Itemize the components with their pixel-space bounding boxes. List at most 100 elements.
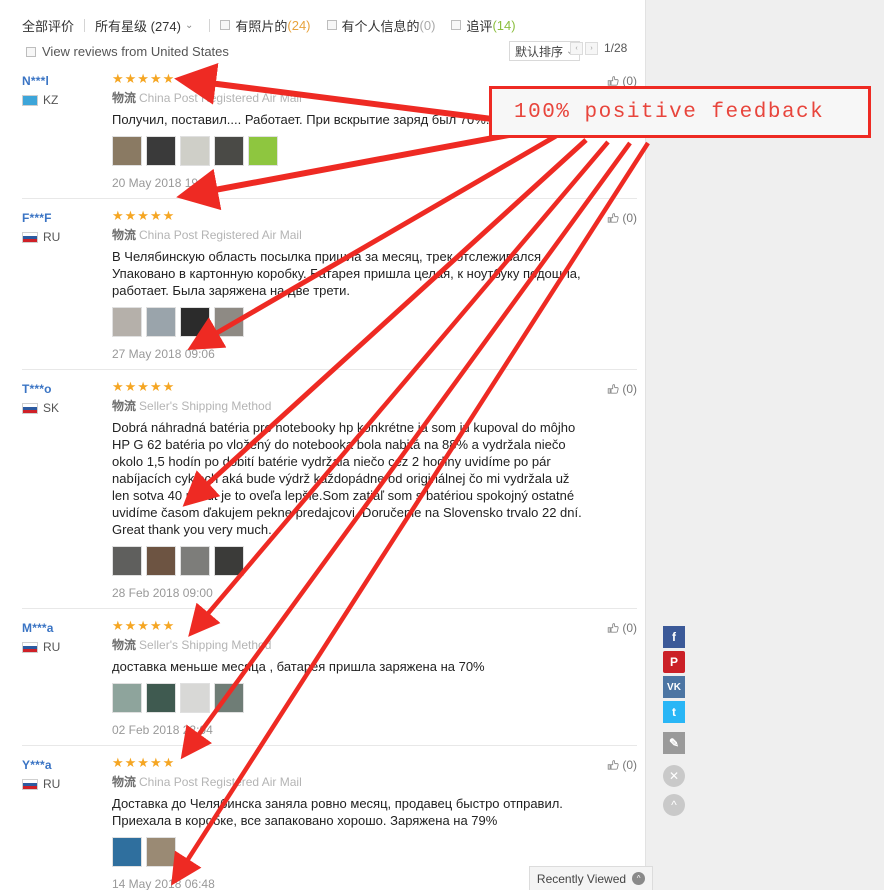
review-photo-thumbnail[interactable] (146, 307, 176, 337)
review-date: 14 May 2018 06:48 (112, 877, 215, 890)
checkbox-additional-reviews[interactable] (451, 20, 462, 30)
review-photo-thumbnail[interactable] (112, 546, 142, 576)
review-date: 20 May 2018 19:09 (112, 176, 215, 190)
annotation-callout-box: 100% positive feedback (489, 86, 871, 138)
filter-star-rating-label: 所有星级 (274) (95, 18, 181, 34)
review-logistics: 物流 Seller's Shipping Method (112, 638, 587, 652)
filter-additional-reviews-count: (14) (492, 17, 516, 33)
review-author-country: SK (22, 401, 112, 415)
review-photo-thumbnail[interactable] (214, 546, 244, 576)
country-flag-icon (22, 402, 38, 414)
review-logistics: 物流 Seller's Shipping Method (112, 399, 587, 413)
filter-with-photos[interactable]: 有照片的 (24) (220, 16, 311, 35)
checkbox-with-personal-info[interactable] (326, 20, 337, 30)
filter-with-personal-info-count: (0) (419, 17, 436, 33)
review-author-name[interactable]: Y***a (22, 758, 112, 772)
helpful-button[interactable]: (0) (607, 621, 637, 635)
pagination: ‹ › 1/28 (570, 41, 627, 55)
country-code-label: SK (43, 401, 60, 415)
close-icon[interactable]: ✕ (663, 765, 685, 787)
review-photo-thumbnail[interactable] (146, 136, 176, 166)
review-photo-thumbnail[interactable] (146, 837, 176, 867)
helpful-button[interactable]: (0) (607, 758, 637, 772)
review-author-block: N***l KZ (22, 72, 112, 190)
filter-all-reviews[interactable]: 全部评价 (22, 16, 84, 35)
filter-with-personal-info[interactable]: 有个人信息的 (0) (326, 16, 436, 35)
country-flag-icon (22, 778, 38, 790)
review-photos (112, 307, 587, 337)
facebook-glyph: f (672, 630, 676, 644)
logistics-method: China Post Registered Air Mail (139, 91, 302, 105)
region-filter-label: View reviews from United States (42, 44, 229, 59)
country-code-label: KZ (43, 93, 59, 107)
review-photo-thumbnail[interactable] (214, 683, 244, 713)
review-photo-thumbnail[interactable] (112, 837, 142, 867)
review-photos (112, 683, 587, 713)
edit-pencil-icon[interactable]: ✎ (663, 732, 685, 754)
review-photo-thumbnail[interactable] (180, 136, 210, 166)
checkbox-with-photos[interactable] (220, 20, 231, 30)
scroll-to-top-icon[interactable]: ^ (663, 794, 685, 816)
logistics-label-cn: 物流 (112, 228, 137, 242)
country-code-label: RU (43, 230, 61, 244)
country-flag-icon (22, 231, 38, 243)
review-author-name[interactable]: F***F (22, 211, 112, 225)
filter-with-photos-count: (24) (287, 17, 311, 33)
review-photo-thumbnail[interactable] (214, 307, 244, 337)
region-filter-row[interactable]: View reviews from United States (26, 44, 229, 59)
review-text: доставка меньше месяца , батарея пришла … (112, 659, 485, 674)
pinterest-glyph: P (669, 655, 678, 669)
review-photo-thumbnail[interactable] (248, 136, 278, 166)
scroll-top-glyph: ^ (671, 798, 677, 812)
review-photo-thumbnail[interactable] (180, 546, 210, 576)
checkbox-region-filter[interactable] (26, 46, 36, 57)
helpful-count: (0) (622, 382, 637, 396)
logistics-label-cn: 物流 (112, 91, 137, 105)
filter-additional-reviews[interactable]: 追评 (14) (451, 16, 516, 35)
filter-additional-reviews-label: 追评 (466, 18, 493, 34)
recently-viewed-bar[interactable]: Recently Viewed ^ (529, 866, 653, 890)
review-author-country: RU (22, 230, 112, 244)
country-flag-icon (22, 94, 38, 106)
reviews-list: N***l KZ ★★★★★ 物流 China Post Registered A… (22, 62, 637, 890)
pagination-prev-button[interactable]: ‹ (570, 41, 583, 55)
review-body: ★★★★★ 物流 Seller's Shipping Method Dobrá n… (112, 380, 637, 600)
review-photo-thumbnail[interactable] (112, 307, 142, 337)
review-photo-thumbnail[interactable] (146, 546, 176, 576)
filter-divider-2 (209, 18, 211, 32)
review-author-block: T***o SK (22, 380, 112, 600)
thumbs-up-icon (607, 759, 620, 772)
pagination-next-button[interactable]: › (585, 41, 598, 55)
filter-star-rating[interactable]: 所有星级 (274) ⌄ (95, 16, 193, 35)
helpful-count: (0) (622, 211, 637, 225)
review-author-name[interactable]: N***l (22, 74, 112, 88)
helpful-button[interactable]: (0) (607, 211, 637, 225)
review-date: 02 Feb 2018 22:04 (112, 723, 213, 737)
review-author-name[interactable]: M***a (22, 621, 112, 635)
twitter-icon[interactable]: t (663, 701, 685, 723)
review-author-block: Y***a RU (22, 756, 112, 890)
review-author-country: RU (22, 640, 112, 654)
review-author-name[interactable]: T***o (22, 382, 112, 396)
helpful-button[interactable]: (0) (607, 382, 637, 396)
review-photo-thumbnail[interactable] (214, 136, 244, 166)
review-photo-thumbnail[interactable] (180, 307, 210, 337)
review-date: 28 Feb 2018 09:00 (112, 586, 213, 600)
filter-with-photos-label: 有照片的 (235, 18, 288, 34)
pinterest-icon[interactable]: P (663, 651, 685, 673)
facebook-icon[interactable]: f (663, 626, 685, 648)
review-author-block: F***F RU (22, 209, 112, 361)
logistics-label-cn: 物流 (112, 638, 137, 652)
vk-glyph: VK (667, 681, 681, 693)
review-text: Доставка до Челябинска заняла ровно меся… (112, 796, 563, 828)
vk-icon[interactable]: VK (663, 676, 685, 698)
review-logistics: 物流 China Post Registered Air Mail (112, 228, 587, 242)
review-photo-thumbnail[interactable] (146, 683, 176, 713)
logistics-method: China Post Registered Air Mail (139, 775, 302, 789)
review-photo-thumbnail[interactable] (112, 136, 142, 166)
review-photo-thumbnail[interactable] (180, 683, 210, 713)
review-photo-thumbnail[interactable] (112, 683, 142, 713)
pagination-page-indicator: 1/28 (604, 41, 628, 55)
country-flag-icon (22, 641, 38, 653)
star-rating-icon: ★★★★★ (112, 71, 176, 86)
